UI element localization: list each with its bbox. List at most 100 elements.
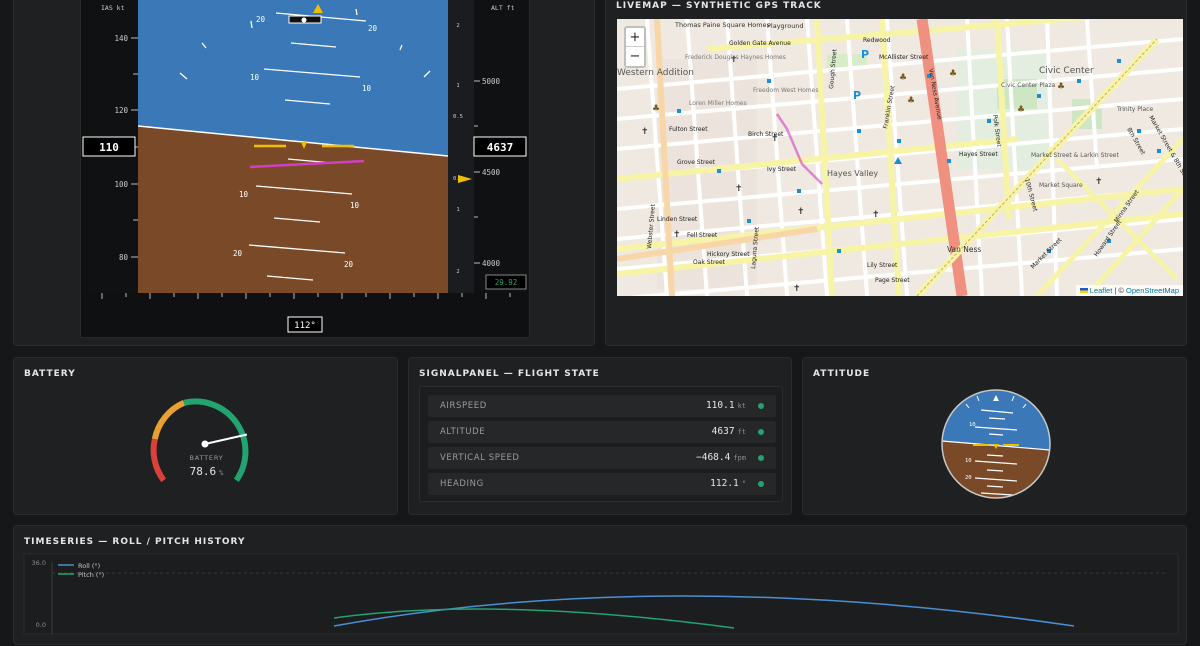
- battery-value: 78.6: [189, 465, 217, 478]
- map-tiles: ✝✝✝ ✝✝✝ ✝✝✝ ♣♣ ♣♣ ♣♣ P P Thomas Paine Sq…: [617, 19, 1183, 296]
- svg-text:✝: ✝: [793, 284, 801, 294]
- svg-text:✝: ✝: [641, 127, 649, 137]
- signal-value: 112.1 °: [710, 478, 746, 489]
- map-label-freedom-west: Freedom West Homes: [753, 87, 818, 94]
- battery-panel: BATTERY BATTERY 78.6%: [13, 357, 398, 515]
- pitch-label-up-20-left: 20: [256, 15, 266, 24]
- vsi-tick-down-2: 2: [456, 269, 459, 275]
- map-label-oak: Oak Street: [693, 259, 726, 266]
- svg-text:♣: ♣: [899, 73, 907, 83]
- zoom-out-button[interactable]: −: [626, 47, 644, 66]
- speed-tick-120: 120: [114, 106, 128, 115]
- map-label-linden: Linden Street: [657, 216, 698, 223]
- signal-value: 110.1 kt: [705, 400, 746, 411]
- zoom-control: + −: [624, 26, 646, 68]
- alt-tick-4500: 4500: [482, 168, 501, 177]
- map-label-market-larkin: Market Street & Larkin Street: [1031, 152, 1119, 159]
- status-dot-icon: [758, 429, 764, 435]
- livemap-panel: LIVEMAP — SYNTHETIC GPS TRACK ✝ ✝ ✝ ✝ ✝ …: [605, 0, 1187, 346]
- battery-gauge-label: BATTERY: [189, 454, 224, 462]
- map-label-golden-gate: Golden Gate Avenue: [729, 40, 791, 47]
- map-view[interactable]: ✝ ✝ ✝ ✝ ✝ ✝ ✝ ✝ ✝ ♣ ♣ ♣ ♣ ♣ ♣ P P Thomas Paine Sq…: [617, 19, 1183, 296]
- signalpanel-title: SIGNALPANEL — FLIGHT STATE: [419, 369, 600, 379]
- signal-label: VERTICAL SPEED: [440, 453, 520, 463]
- attitude-indicator-mini: 10 10 20: [941, 389, 1051, 499]
- legend-roll-label: Roll (°): [78, 562, 100, 570]
- svg-text:♣: ♣: [949, 69, 957, 79]
- vsi-tick-up-05: 0.5: [453, 114, 463, 120]
- svg-text:✝: ✝: [735, 184, 743, 194]
- signal-row-altitude: ALTITUDE 4637 ft: [428, 421, 776, 443]
- svg-text:♣: ♣: [652, 104, 660, 114]
- map-label-loren-miller: Loren Miller Homes: [689, 100, 747, 107]
- map-label-mcallister: McAllister Street: [879, 54, 929, 61]
- speed-readout: 110: [99, 141, 119, 154]
- map-label-market-square: Market Square: [1039, 182, 1083, 189]
- status-dot-icon: [758, 481, 764, 487]
- map-label-civic-center: Civic Center: [1039, 66, 1094, 76]
- map-label-hickory: Hickory Street: [707, 251, 750, 258]
- map-label-western-addition: Western Addition: [617, 68, 694, 78]
- leaflet-link[interactable]: Leaflet: [1090, 286, 1113, 295]
- speed-tick-140: 140: [114, 34, 128, 43]
- svg-text:✝: ✝: [1095, 177, 1103, 187]
- svg-text:♣: ♣: [1017, 105, 1025, 115]
- vsi-tick-up-2: 2: [456, 23, 459, 29]
- baro-readout: 29.92: [495, 278, 518, 287]
- alt-label: ALT ft: [491, 4, 515, 12]
- status-dot-icon: [758, 455, 764, 461]
- map-label-fell: Fell Street: [687, 232, 718, 239]
- map-attribution: Leaflet | © OpenStreetMap: [1075, 285, 1183, 296]
- vsi-strip: [448, 0, 474, 293]
- map-label-ivy: Ivy Street: [767, 166, 797, 173]
- signal-row-heading: HEADING 112.1 °: [428, 473, 776, 495]
- livemap-title: LIVEMAP — SYNTHETIC GPS TRACK: [616, 1, 822, 11]
- svg-text:P: P: [853, 89, 861, 102]
- gauge-arc-mid: [151, 400, 186, 440]
- map-label-hayes-valley: Hayes Valley: [827, 169, 878, 178]
- signal-value: 4637 ft: [711, 426, 746, 437]
- timeseries-panel: TIMESERIES — ROLL / PITCH HISTORY 36.0 0…: [13, 525, 1187, 645]
- map-label-lily: Lily Street: [867, 262, 898, 269]
- heading-readout: 112°: [294, 321, 316, 331]
- signal-label: AIRSPEED: [440, 401, 487, 411]
- timeseries-chart: 36.0 0.0 Roll (°) Pitch (°): [23, 553, 1179, 635]
- signal-row-airspeed: AIRSPEED 110.1 kt: [428, 395, 776, 417]
- pitch-label-up-20-right: 20: [368, 24, 378, 33]
- y-tick-top: 36.0: [32, 559, 46, 567]
- signal-row-vertical-speed: VERTICAL SPEED −468.4 fpm: [428, 447, 776, 469]
- osm-link[interactable]: OpenStreetMap: [1126, 286, 1179, 295]
- signal-table: AIRSPEED 110.1 kt ALTITUDE 4637 ft VERTICA…: [419, 386, 783, 502]
- map-label-trinity-place: Trinity Place: [1116, 106, 1153, 113]
- signal-value: −468.4 fpm: [696, 452, 746, 463]
- zoom-in-button[interactable]: +: [626, 28, 644, 47]
- signalpanel: SIGNALPANEL — FLIGHT STATE AIRSPEED 110.…: [408, 357, 792, 515]
- alt-tick-5000: 5000: [482, 77, 501, 86]
- speed-tick-100: 100: [114, 180, 128, 189]
- svg-text:♣: ♣: [907, 96, 915, 106]
- legend-pitch-label: Pitch (°): [78, 571, 104, 579]
- svg-text:✝: ✝: [673, 230, 681, 240]
- map-label-van-ness: Van Ness: [947, 245, 981, 254]
- map-label-playground: Playground: [767, 22, 804, 30]
- map-label-redwood: Redwood: [863, 37, 891, 44]
- battery-readout: 78.6%: [14, 465, 399, 478]
- vsi-tick-up-1: 1: [456, 83, 459, 89]
- attribution-separator: | ©: [1112, 286, 1127, 295]
- signal-label: HEADING: [440, 479, 484, 489]
- pitch-label-down-20-right: 20: [344, 260, 354, 269]
- gauge-needle: [204, 433, 248, 445]
- alt-tick-4000: 4000: [482, 259, 501, 268]
- pitch-label-up-10-right: 10: [362, 84, 372, 93]
- altitude-readout: 4637: [487, 141, 514, 154]
- vsi-tick-down-1: 1: [456, 207, 459, 213]
- pitch-label-down-10-right: 10: [350, 201, 360, 210]
- svg-text:✝: ✝: [872, 210, 880, 220]
- battery-unit: %: [219, 469, 224, 477]
- speed-tick-80: 80: [119, 253, 129, 262]
- map-label-thomas-paine: Thomas Paine Square Homes: [674, 21, 771, 29]
- map-label-page: Page Street: [875, 277, 910, 284]
- attitude-indicator: 20 20 10 10 10 10 20 20: [138, 0, 448, 293]
- pitch-label-down-20-left: 20: [233, 249, 243, 258]
- map-label-civic-center-plaza: Civic Center Plaza: [1001, 82, 1055, 89]
